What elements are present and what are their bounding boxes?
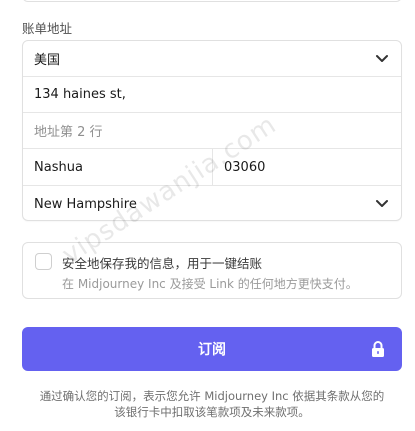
city-zip-row: Nashua 03060 bbox=[23, 148, 401, 185]
save-info-subtitle: 在 Midjourney Inc 及接受 Link 的任何地方更快支付。 bbox=[62, 277, 358, 291]
state-select[interactable]: New Hampshire bbox=[23, 185, 401, 220]
zip-field[interactable]: 03060 bbox=[213, 149, 265, 185]
zip-value: 03060 bbox=[224, 159, 266, 175]
subscribe-button[interactable]: 订阅 bbox=[22, 327, 402, 371]
subscribe-label: 订阅 bbox=[198, 341, 226, 357]
terms-line-1: 通过确认您的订阅，表示您允许 Midjourney Inc 依据其条款从您的 bbox=[39, 389, 385, 403]
state-value: New Hampshire bbox=[34, 196, 137, 212]
lock-icon bbox=[372, 341, 384, 357]
address-line1-field[interactable]: 134 haines st, bbox=[23, 76, 401, 112]
chevron-down-icon bbox=[376, 200, 388, 207]
chevron-down-icon bbox=[376, 54, 388, 62]
terms-text: 通过确认您的订阅，表示您允许 Midjourney Inc 依据其条款从您的 该… bbox=[12, 388, 412, 420]
city-value: Nashua bbox=[34, 159, 83, 175]
save-info-checkbox[interactable] bbox=[35, 253, 52, 270]
address-line2-placeholder: 地址第 2 行 bbox=[34, 125, 103, 140]
address-line1-value: 134 haines st, bbox=[34, 87, 126, 102]
previous-field-edge bbox=[22, 0, 402, 2]
city-field[interactable]: Nashua bbox=[23, 149, 213, 185]
billing-address-label: 账单地址 bbox=[22, 21, 73, 36]
terms-line-2: 该银行卡中扣取该笔款项及未来款项。 bbox=[114, 405, 310, 419]
save-info-box: 安全地保存我的信息，用于一键结账 在 Midjourney Inc 及接受 Li… bbox=[22, 242, 402, 299]
billing-address-group: 美国 134 haines st, 地址第 2 行 Nashua 03060 N… bbox=[22, 40, 402, 221]
country-select[interactable]: 美国 bbox=[23, 41, 401, 76]
country-value: 美国 bbox=[34, 53, 61, 68]
address-line2-field[interactable]: 地址第 2 行 bbox=[23, 112, 401, 148]
save-info-title: 安全地保存我的信息，用于一键结账 bbox=[62, 256, 263, 271]
